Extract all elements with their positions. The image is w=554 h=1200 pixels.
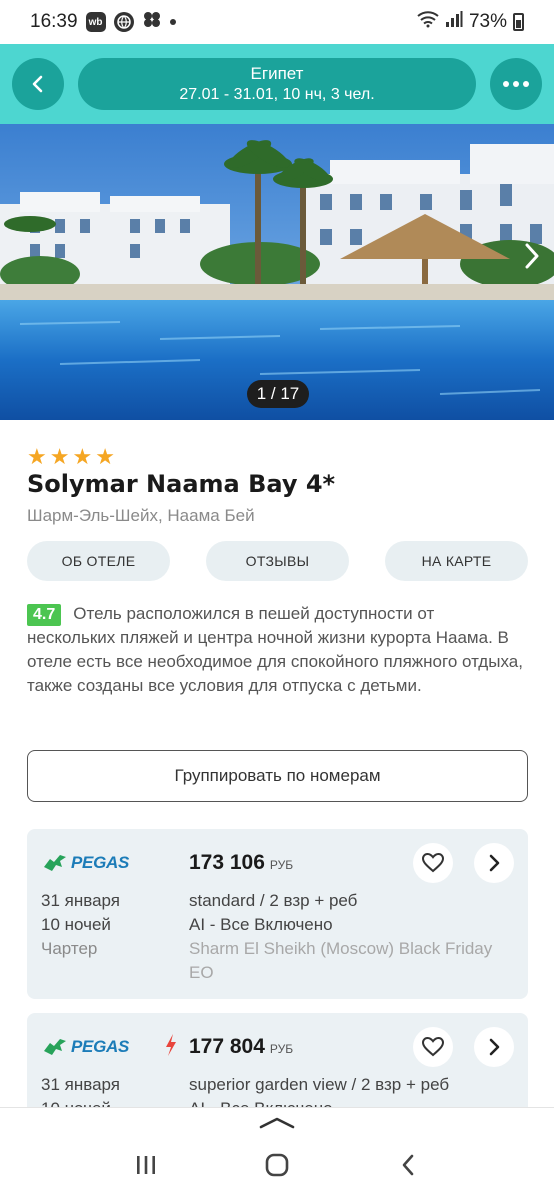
offer-price: 177 804 РУБ (189, 1035, 294, 1058)
offer-tariff: Sharm El Sheikh (Moscow) Black Friday EO (189, 939, 493, 982)
hotel-tabs: ОБ ОТЕЛЕ ОТЗЫВЫ НА КАРТЕ (27, 541, 528, 581)
search-summary-pill[interactable]: Египет 27.01 - 31.01, 10 нч, 3 чел. (78, 58, 476, 110)
hotel-name: Solymar Naama Bay 4* (27, 470, 336, 498)
recent-apps-button[interactable] (126, 1145, 166, 1185)
offer-card[interactable]: PEGAS 173 106 РУБ 31 января 10 ночей Чар… (27, 829, 528, 999)
recent-apps-icon (136, 1156, 155, 1174)
hotel-photo-gallery[interactable]: 1 / 17 (0, 124, 554, 420)
star-icon: ★ (95, 444, 115, 469)
heart-icon (422, 853, 444, 873)
hotel-photo (0, 124, 554, 420)
status-time: 16:39 (30, 11, 78, 32)
open-offer-button[interactable] (474, 1027, 514, 1067)
open-offer-button[interactable] (474, 843, 514, 883)
offer-nights: 10 ночей (41, 915, 111, 934)
offer-details: standard / 2 взр + реб AI - Все Включено… (189, 889, 519, 985)
globe-icon (113, 12, 134, 32)
back-nav-button[interactable] (388, 1145, 428, 1185)
notification-dot-icon (169, 19, 176, 25)
system-navbar (0, 1130, 554, 1200)
star-icon: ★ (72, 444, 93, 469)
status-bar: 16:39 wb 73% (0, 0, 554, 44)
operator-logo: PEGAS (42, 853, 129, 873)
chevron-right-icon (525, 243, 539, 269)
offer-room: superior garden view / 2 взр + реб (189, 1075, 450, 1094)
pegasus-logo-icon (44, 1039, 66, 1055)
next-photo-button[interactable] (518, 236, 546, 276)
chevron-up-icon[interactable] (259, 1116, 295, 1130)
offer-room: standard / 2 взр + реб (189, 891, 358, 910)
chevron-right-icon (489, 1038, 500, 1056)
wifi-icon (417, 10, 439, 34)
chevron-left-icon (32, 75, 43, 93)
chevron-right-icon (489, 854, 500, 872)
more-dots-icon (503, 81, 529, 87)
tab-reviews[interactable]: ОТЗЫВЫ (206, 541, 349, 581)
photo-counter: 1 / 17 (247, 380, 309, 408)
lightning-icon (166, 1034, 176, 1056)
destination-title: Египет (250, 64, 304, 83)
hotel-description: Отель расположился в пешей доступности о… (27, 604, 523, 695)
more-button[interactable] (490, 58, 542, 110)
group-by-rooms-button[interactable]: Группировать по номерам (27, 750, 528, 802)
back-button[interactable] (12, 58, 64, 110)
signal-icon (445, 10, 463, 34)
flower-icon (142, 10, 162, 34)
pegasus-logo-icon (44, 855, 66, 871)
back-icon (403, 1154, 414, 1176)
favorite-button[interactable] (413, 843, 453, 883)
home-icon (265, 1153, 289, 1177)
offer-date: 31 января (41, 891, 120, 910)
heart-icon (422, 1037, 444, 1057)
battery-percent: 73% (468, 11, 507, 32)
operator-logo: PEGAS (42, 1037, 129, 1057)
tab-on-map[interactable]: НА КАРТЕ (385, 541, 528, 581)
home-button[interactable] (257, 1145, 297, 1185)
top-header: Египет 27.01 - 31.01, 10 нч, 3 чел. (0, 44, 554, 124)
wb-icon: wb (85, 12, 106, 32)
battery-icon (513, 13, 524, 31)
hotel-description-block: 4.7 Отель расположился в пешей доступност… (27, 602, 527, 698)
offer-dates: 31 января 10 ночей Чартер (41, 889, 120, 961)
star-icon: ★ (27, 444, 47, 469)
offer-price: 173 106 РУБ (189, 851, 294, 874)
favorite-button[interactable] (413, 1027, 453, 1067)
offer-date: 31 января (41, 1075, 120, 1094)
star-rating: ★ ★ ★ ★ (27, 446, 115, 468)
offer-meal: AI - Все Включено (189, 915, 333, 934)
hotel-location: Шарм-Эль-Шейх, Наама Бей (27, 506, 255, 525)
star-icon: ★ (49, 444, 70, 469)
rating-badge: 4.7 (27, 604, 62, 626)
offer-flight-type: Чартер (41, 939, 98, 958)
trip-details: 27.01 - 31.01, 10 нч, 3 чел. (179, 86, 375, 103)
tab-about-hotel[interactable]: ОБ ОТЕЛЕ (27, 541, 170, 581)
